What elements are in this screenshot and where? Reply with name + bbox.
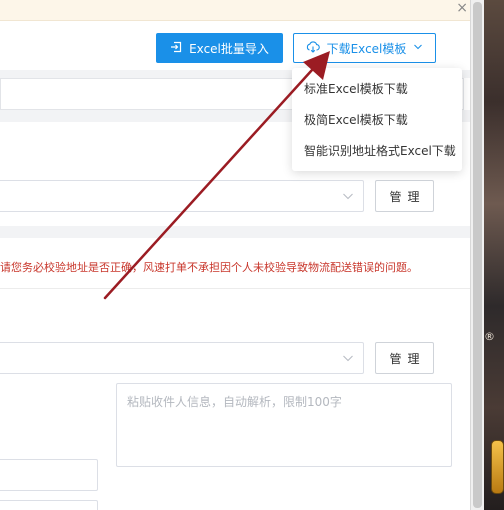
address-warning-text: 请您务必校验地址是否正确，风速打单不承担因个人未校验导致物流配送错误的问题。 bbox=[0, 261, 418, 274]
paste-recipient-placeholder: 粘贴收件人信息，自动解析，限制100字 bbox=[127, 395, 342, 409]
template-dropdown-menu: 标准Excel模板下载 极简Excel模板下载 智能识别地址格式Excel下载 bbox=[292, 68, 462, 171]
excel-batch-import-button[interactable]: Excel批量导入 bbox=[156, 33, 283, 63]
close-icon[interactable]: × bbox=[456, 0, 468, 16]
menu-item-standard-template[interactable]: 标准Excel模板下载 bbox=[292, 74, 462, 105]
section-divider bbox=[0, 226, 470, 238]
vertical-scrollbar[interactable] bbox=[470, 0, 484, 510]
main-window: × Excel批量导入 下载Excel模板 管理 请您务必校验地址是否正确，风速… bbox=[0, 0, 470, 510]
sender-select[interactable] bbox=[0, 180, 364, 212]
menu-item-simple-template[interactable]: 极简Excel模板下载 bbox=[292, 105, 462, 136]
recipient-phone-input[interactable] bbox=[0, 500, 98, 510]
manage-recipient-button[interactable]: 管理 bbox=[375, 342, 434, 374]
chevron-down-icon bbox=[413, 41, 423, 55]
chevron-down-icon bbox=[343, 193, 353, 200]
recipient-name-input[interactable] bbox=[0, 459, 98, 491]
recipient-select[interactable] bbox=[0, 342, 364, 374]
download-excel-template-label: 下载Excel模板 bbox=[326, 41, 407, 56]
desktop-gadget bbox=[491, 440, 504, 494]
menu-item-smart-address-template[interactable]: 智能识别地址格式Excel下载 bbox=[292, 136, 462, 167]
divider-line bbox=[0, 288, 470, 289]
desktop-background: ® bbox=[484, 0, 504, 510]
import-icon bbox=[170, 41, 182, 56]
cloud-download-icon bbox=[306, 40, 320, 56]
chevron-down-icon bbox=[343, 355, 353, 362]
manage-sender-button[interactable]: 管理 bbox=[375, 180, 434, 212]
excel-batch-import-label: Excel批量导入 bbox=[189, 41, 269, 56]
scrollbar-thumb[interactable] bbox=[473, 2, 482, 508]
paste-recipient-info-textarea[interactable]: 粘贴收件人信息，自动解析，限制100字 bbox=[116, 383, 452, 467]
top-notice-strip: × bbox=[0, 0, 470, 21]
desktop-partial-glyph: ® bbox=[484, 330, 495, 343]
download-excel-template-button[interactable]: 下载Excel模板 bbox=[293, 33, 436, 63]
